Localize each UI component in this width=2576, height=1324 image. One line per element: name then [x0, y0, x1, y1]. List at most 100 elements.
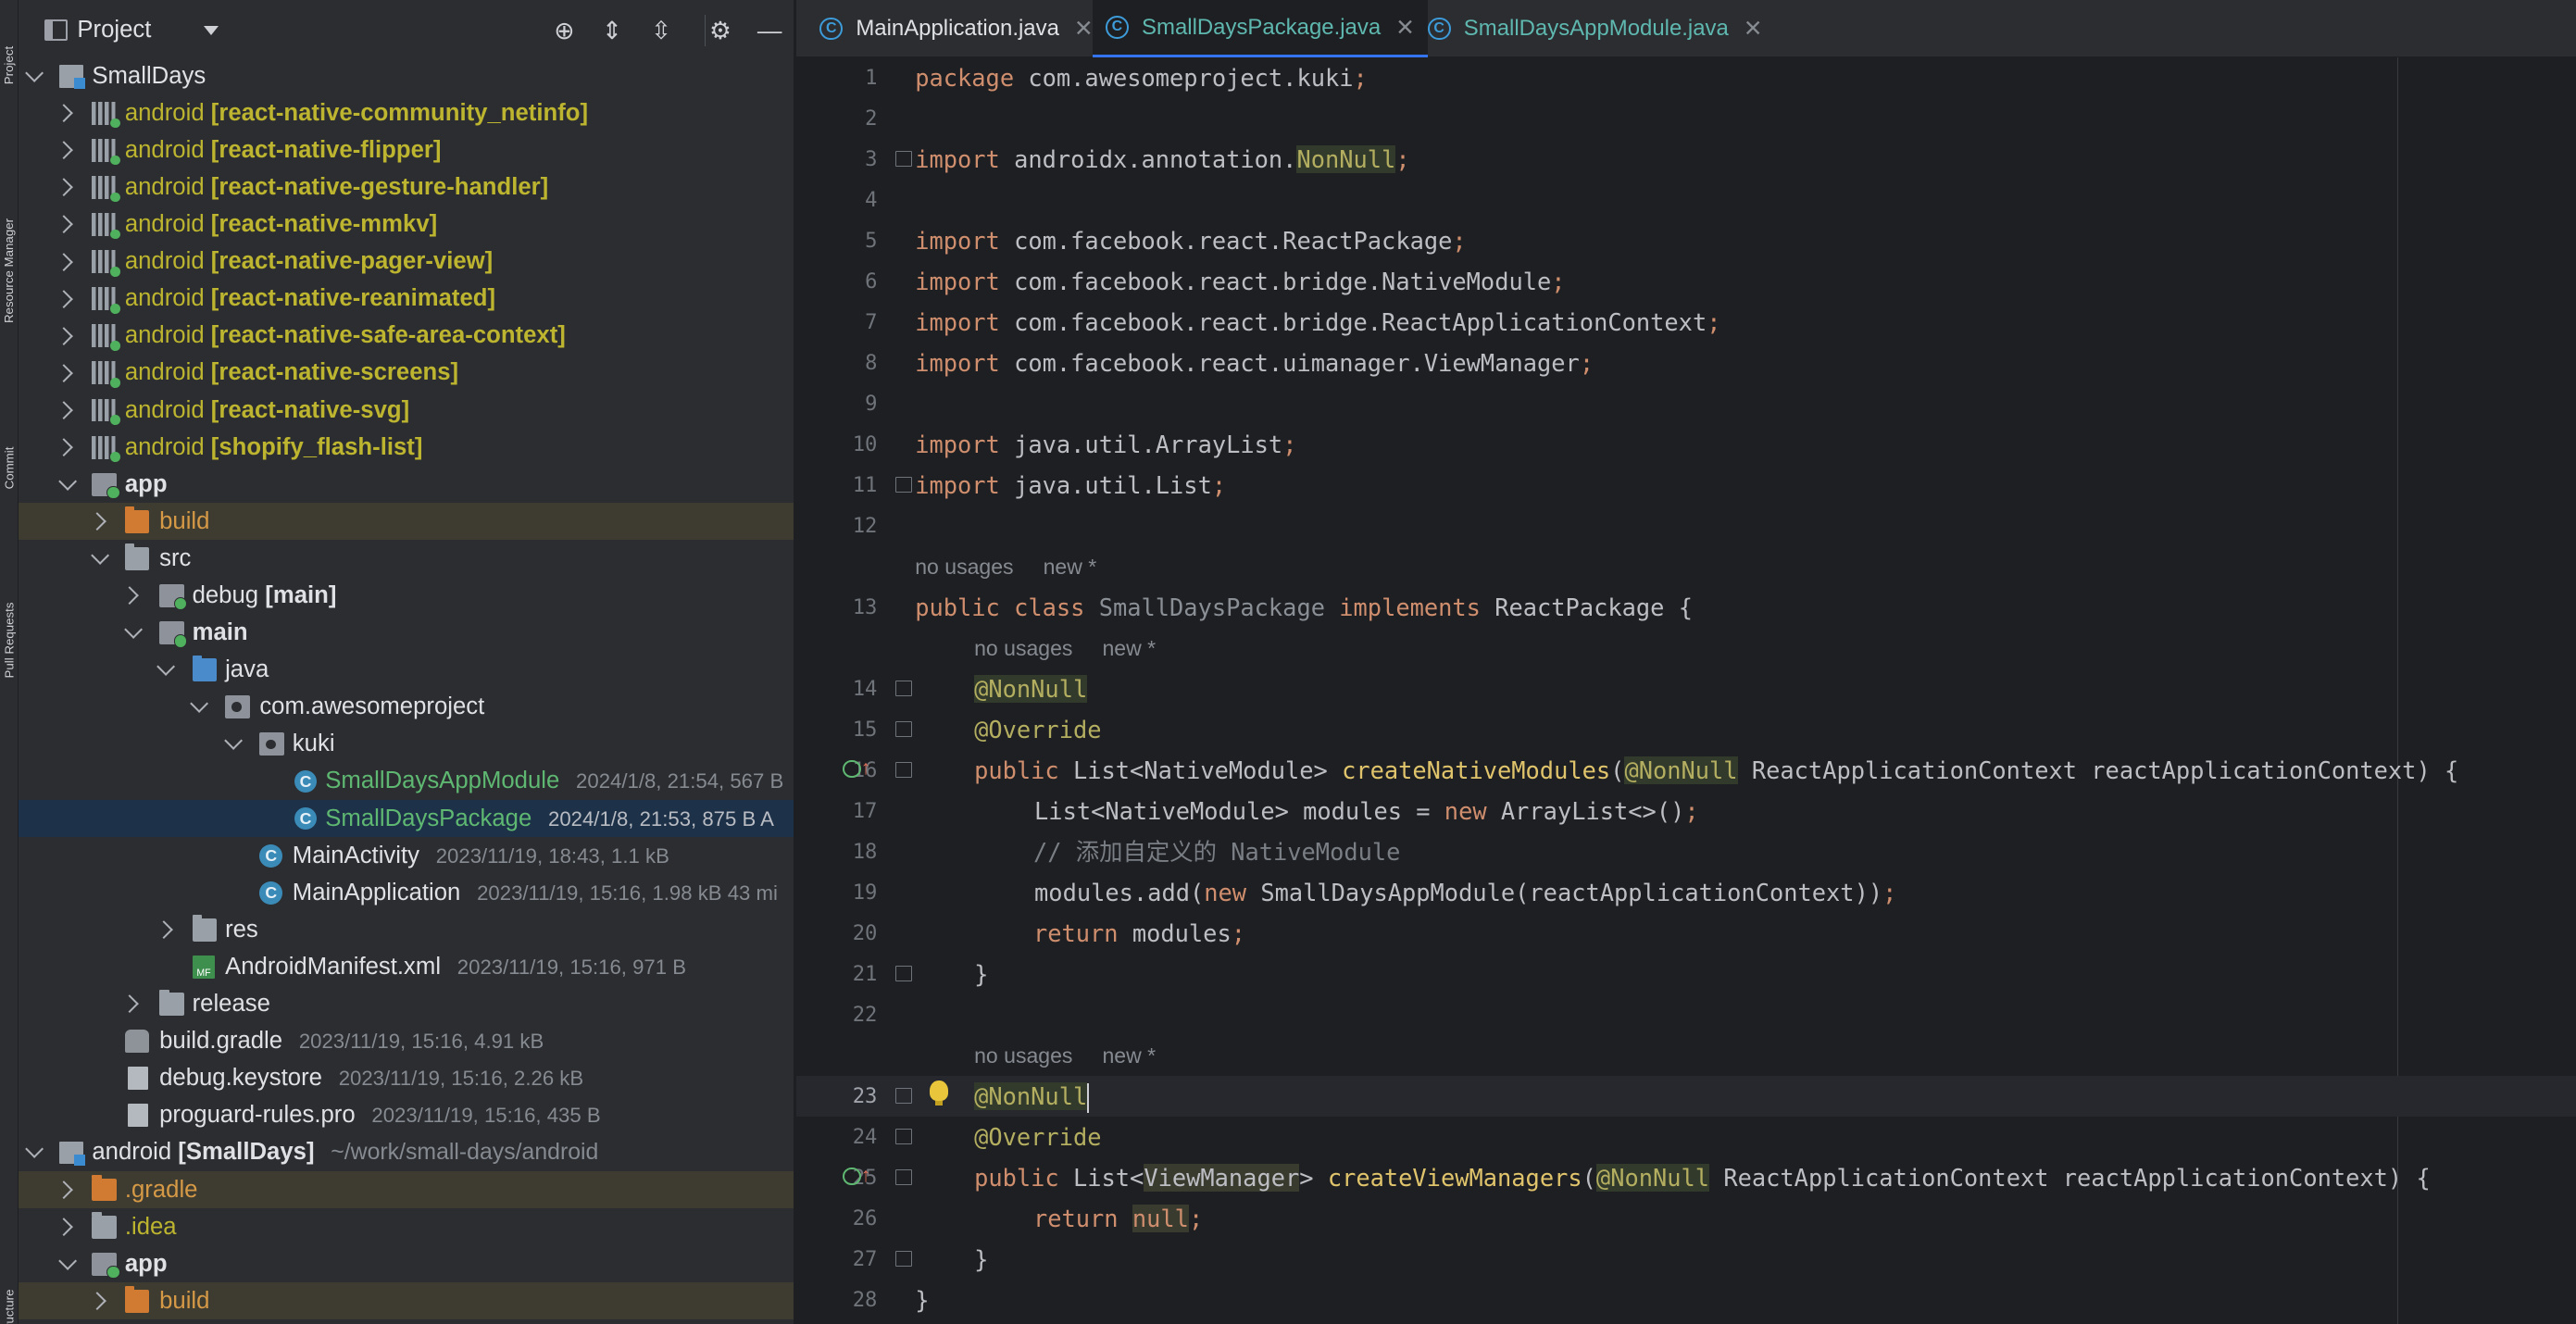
- author-hint[interactable]: new *: [1102, 1035, 1156, 1076]
- tree-row[interactable]: com.awesomeproject: [19, 689, 794, 726]
- tree-row[interactable]: android [react-native-flipper]: [19, 131, 794, 169]
- usages-hint[interactable]: no usages: [974, 628, 1072, 668]
- project-title[interactable]: Project: [77, 17, 151, 44]
- stripe-project[interactable]: Project: [0, 0, 18, 131]
- tree-row[interactable]: android [react-native-gesture-handler]: [19, 169, 794, 206]
- chevron-right-icon[interactable]: [87, 512, 106, 531]
- chevron-right-icon[interactable]: [55, 363, 74, 382]
- tree-row[interactable]: main: [19, 615, 794, 652]
- fold-icon[interactable]: [894, 965, 912, 982]
- tab-small-days-app-module[interactable]: C SmallDaysAppModule.java ✕: [1415, 0, 1776, 57]
- chevron-down-icon[interactable]: [57, 471, 77, 491]
- tree-row[interactable]: C MainApplication 2023/11/19, 15:16, 1.98…: [19, 874, 794, 911]
- tree-row[interactable]: android [SmallDays] ~/work/small-days/and…: [19, 1134, 794, 1171]
- stripe-resource-manager[interactable]: Resource Manager: [0, 156, 18, 386]
- arrow-up-icon[interactable]: ↑: [861, 756, 871, 780]
- chevron-down-icon[interactable]: [156, 657, 176, 677]
- chevron-right-icon[interactable]: [55, 141, 74, 160]
- tree-row[interactable]: android [shopify_flash-list]: [19, 429, 794, 466]
- fold-icon[interactable]: [894, 720, 912, 738]
- chevron-down-icon[interactable]: [223, 731, 243, 751]
- tree-row[interactable]: build: [18, 1282, 794, 1320]
- chevron-right-icon[interactable]: [87, 1292, 106, 1311]
- tree-row[interactable]: .idea: [19, 1208, 794, 1245]
- tree-row[interactable]: kuki: [19, 726, 794, 763]
- chevron-down-icon[interactable]: [91, 545, 110, 565]
- implements-method-icon[interactable]: [843, 759, 861, 779]
- stripe-pull-requests[interactable]: Pull Requests: [0, 550, 18, 731]
- fold-icon[interactable]: [894, 1250, 912, 1268]
- locate-icon[interactable]: ⊕: [550, 17, 578, 44]
- chevron-right-icon[interactable]: [120, 994, 140, 1014]
- chevron-down-icon[interactable]: [189, 694, 208, 714]
- tree-row[interactable]: C SmallDaysAppModule 2024/1/8, 21:54, 567…: [19, 763, 794, 800]
- fold-icon[interactable]: [894, 1087, 912, 1105]
- chevron-right-icon[interactable]: [55, 1180, 74, 1200]
- fold-icon[interactable]: [894, 761, 912, 779]
- tree-row[interactable]: android [react-native-pager-view]: [19, 244, 794, 281]
- chevron-right-icon[interactable]: [55, 215, 74, 234]
- tree-row[interactable]: build: [18, 503, 794, 541]
- tree-row[interactable]: debug.keystore 2023/11/19, 15:16, 2.26 kB: [19, 1060, 794, 1097]
- tree-row[interactable]: release: [19, 986, 794, 1023]
- collapse-all-icon[interactable]: ⇳: [647, 17, 675, 44]
- fold-icon[interactable]: [894, 680, 912, 697]
- usages-hint[interactable]: no usages: [915, 546, 1013, 587]
- chevron-right-icon[interactable]: [55, 1218, 74, 1237]
- chevron-right-icon[interactable]: [55, 104, 74, 123]
- code-editor[interactable]: 1 package com.awesomeproject.kuki; 2 3 i…: [796, 57, 2576, 1324]
- gear-icon[interactable]: ⚙: [707, 17, 734, 44]
- tree-row[interactable]: build.gradle 2023/11/19, 15:16, 4.91 kB: [19, 1023, 794, 1060]
- chevron-down-icon[interactable]: [57, 1251, 77, 1270]
- chevron-right-icon[interactable]: [55, 438, 74, 457]
- tab-small-days-package[interactable]: C SmallDaysPackage.java ✕: [1092, 0, 1429, 58]
- fold-icon[interactable]: [894, 1168, 912, 1186]
- chevron-right-icon[interactable]: [55, 252, 74, 271]
- close-icon[interactable]: ✕: [1395, 14, 1415, 42]
- chevron-right-icon[interactable]: [55, 289, 74, 308]
- tree-row[interactable]: android [react-native-mmkv]: [19, 206, 794, 243]
- close-icon[interactable]: ✕: [1744, 15, 1763, 43]
- expand-all-icon[interactable]: ⇕: [598, 17, 626, 44]
- tree-row[interactable]: res: [19, 911, 794, 948]
- fold-icon[interactable]: [894, 1128, 912, 1145]
- fold-icon[interactable]: [894, 476, 912, 493]
- implements-method-icon[interactable]: [843, 1167, 861, 1186]
- tree-row[interactable]: C SmallDaysPackage 2024/1/8, 21:53, 875 B…: [18, 800, 794, 838]
- chevron-right-icon[interactable]: [55, 326, 74, 345]
- stripe-structure[interactable]: Structure: [0, 1248, 18, 1324]
- tree-row[interactable]: debug [main]: [19, 577, 794, 614]
- arrow-up-icon[interactable]: ↑: [861, 1164, 871, 1187]
- tree-row[interactable]: android [react-native-safe-area-context]: [19, 318, 794, 355]
- usages-hint[interactable]: no usages: [974, 1035, 1072, 1076]
- minimize-icon[interactable]: —: [756, 17, 783, 44]
- tree-row[interactable]: proguard-rules.pro 2023/11/19, 15:16, 435…: [19, 1097, 794, 1134]
- tree-row[interactable]: android [react-native-reanimated]: [19, 281, 794, 318]
- tree-row[interactable]: app: [19, 466, 794, 503]
- tree-row[interactable]: android [react-native-svg]: [19, 392, 794, 429]
- tree-row[interactable]: android [react-native-community_netinfo]: [19, 94, 794, 131]
- tree-row[interactable]: src: [19, 540, 794, 577]
- chevron-right-icon[interactable]: [120, 586, 140, 606]
- tree-row[interactable]: java: [19, 652, 794, 689]
- tab-main-application[interactable]: C MainApplication.java ✕: [807, 0, 1107, 57]
- lightbulb-icon[interactable]: [930, 1080, 948, 1106]
- chevron-right-icon[interactable]: [55, 178, 74, 197]
- tree-row[interactable]: MF AndroidManifest.xml 2023/11/19, 15:16,…: [19, 948, 794, 985]
- tree-row[interactable]: .gradle: [18, 1171, 794, 1209]
- fold-icon[interactable]: [894, 150, 912, 168]
- chevron-down-icon[interactable]: [204, 26, 219, 36]
- chevron-down-icon[interactable]: [25, 1140, 44, 1159]
- tree-row[interactable]: android [react-native-screens]: [19, 355, 794, 392]
- tree-row[interactable]: app: [19, 1245, 794, 1282]
- chevron-right-icon[interactable]: [55, 400, 74, 420]
- stripe-commit[interactable]: Commit: [0, 411, 18, 526]
- author-hint[interactable]: new *: [1044, 546, 1097, 587]
- chevron-down-icon[interactable]: [25, 63, 44, 82]
- tree-row[interactable]: SmallDays: [19, 57, 794, 94]
- close-icon[interactable]: ✕: [1074, 15, 1094, 43]
- chevron-down-icon[interactable]: [123, 620, 143, 640]
- chevron-right-icon[interactable]: [155, 920, 174, 940]
- author-hint[interactable]: new *: [1102, 628, 1156, 668]
- tree-row[interactable]: C MainActivity 2023/11/19, 18:43, 1.1 kB: [19, 837, 794, 874]
